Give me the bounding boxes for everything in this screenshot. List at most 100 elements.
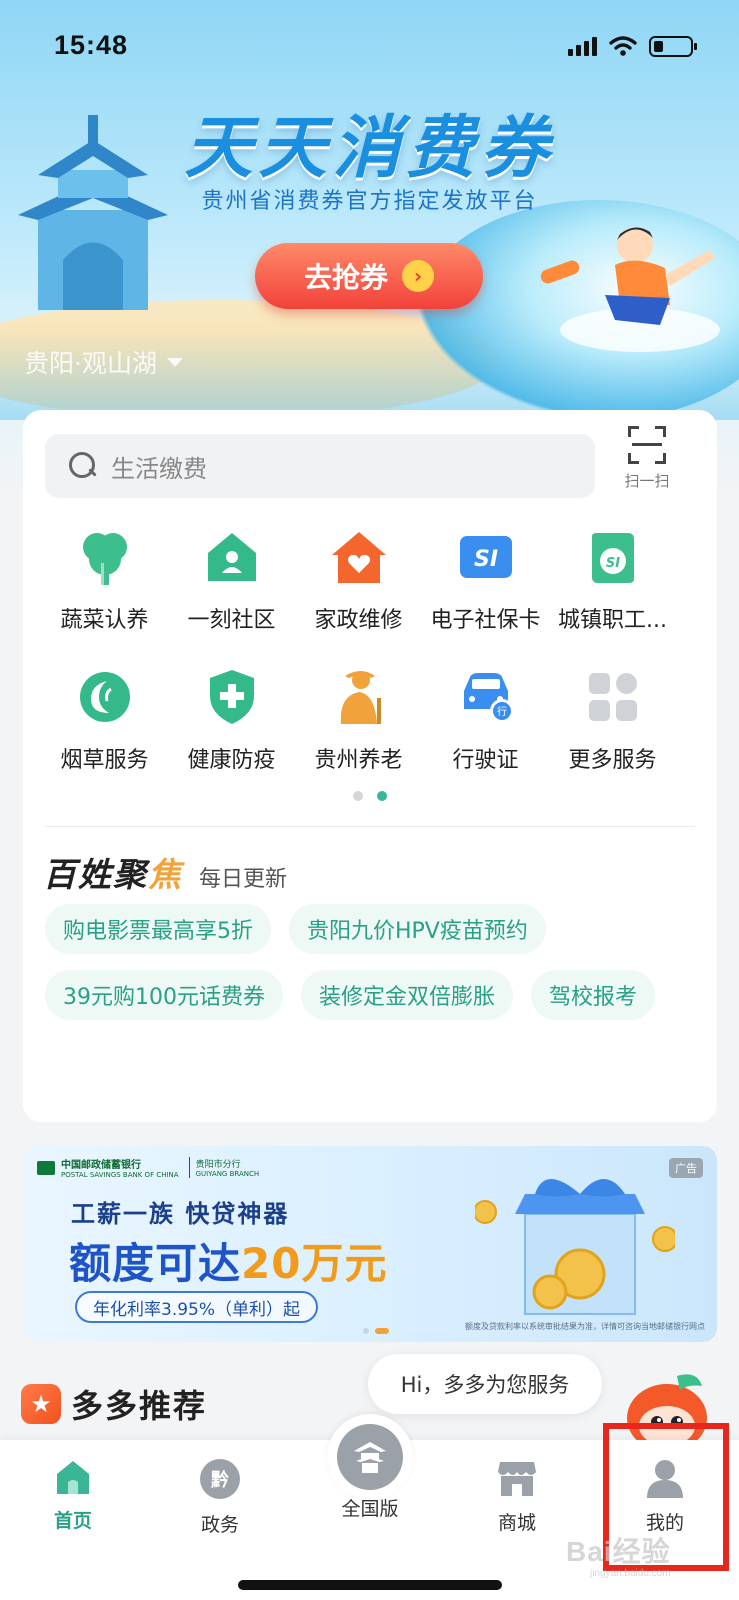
- recommend-title: ★ 多多推荐: [21, 1381, 207, 1427]
- wifi-icon: [609, 36, 637, 56]
- pager-dot[interactable]: [353, 791, 363, 801]
- ad-amount: 额度可达20万元: [69, 1239, 388, 1288]
- location-selector[interactable]: 贵阳·观山湖: [24, 344, 183, 380]
- search-placeholder: 生活缴费: [111, 454, 207, 483]
- focus-tag[interactable]: 驾校报考: [531, 970, 656, 1020]
- ad-pager: [363, 1328, 389, 1334]
- scan-icon: [628, 426, 666, 464]
- status-time: 15:48: [54, 30, 129, 60]
- service-item[interactable]: 一刻社区: [168, 522, 295, 662]
- ad-rate: 年化利率3.95%（单利）起: [75, 1291, 319, 1323]
- location-label: 贵阳·观山湖: [24, 349, 157, 378]
- service-grid: 蔬菜认养 一刻社区 家政维修 SI 电子社保卡 SI 城镇职工... 烟草服务 健康防疫 贵州养老…: [23, 522, 717, 802]
- tab-home[interactable]: 首页: [13, 1458, 133, 1533]
- bank-name: 中国邮政储蓄银行: [61, 1160, 141, 1171]
- tab-national[interactable]: 全国版: [310, 1494, 430, 1521]
- service-item[interactable]: 健康防疫: [168, 662, 295, 802]
- tab-shop[interactable]: 商城: [457, 1458, 577, 1535]
- assistant-mascot[interactable]: [622, 1370, 712, 1450]
- focus-tag[interactable]: 贵阳九价HPV疫苗预约: [289, 904, 546, 954]
- status-bar: 15:48: [0, 0, 739, 90]
- government-icon: 黔: [200, 1459, 240, 1499]
- community-icon: [201, 526, 263, 588]
- service-label: 城镇职工...: [558, 608, 667, 633]
- health-shield-icon: [201, 666, 263, 728]
- service-label: 家政维修: [314, 608, 403, 633]
- service-item[interactable]: 贵州养老: [295, 662, 422, 802]
- service-item[interactable]: 家政维修: [295, 522, 422, 662]
- ad-fine-print: 额度及贷款利率以系统审批结果为准，详情可咨询当地邮储银行网点: [465, 1322, 705, 1331]
- watermark: Bai经验 jingyan.baidu.com: [566, 1536, 671, 1579]
- search-icon: [67, 450, 99, 482]
- pavilion-icon: [337, 1424, 403, 1490]
- bank-logo-icon: [37, 1160, 55, 1175]
- svg-text:SI: SI: [605, 556, 619, 571]
- focus-tag[interactable]: 装修定金双倍膨胀: [301, 970, 514, 1020]
- focus-tag[interactable]: 购电影票最高享5折: [45, 904, 271, 954]
- service-label: 蔬菜认养: [60, 608, 149, 633]
- profile-icon: [647, 1460, 683, 1498]
- scan-label: 扫一扫: [624, 472, 670, 490]
- hero-title: 天天消费券: [184, 109, 555, 188]
- pager-dot-active[interactable]: [377, 791, 387, 801]
- house-heart-icon: [328, 526, 390, 588]
- chevron-down-icon: [166, 357, 183, 367]
- focus-tag[interactable]: 39元购100元话费券: [45, 970, 283, 1020]
- bank-name-en: POSTAL SAVINGS BANK OF CHINA: [61, 1171, 179, 1179]
- focus-logo: 百姓聚焦: [43, 855, 183, 894]
- service-label: 贵州养老: [314, 748, 403, 773]
- service-item[interactable]: 行行驶证: [422, 662, 549, 802]
- service-item[interactable]: 烟草服务: [41, 662, 168, 802]
- divider: [45, 826, 695, 827]
- surfer-illustration: [540, 227, 720, 352]
- home-icon: [57, 1461, 89, 1494]
- service-label: 行驶证: [452, 748, 519, 773]
- tree-icon: [74, 526, 136, 588]
- bank-logo: 中国邮政储蓄银行 POSTAL SAVINGS BANK OF CHINA 贵阳…: [37, 1156, 259, 1179]
- shop-icon: [498, 1462, 536, 1496]
- car-license-icon: 行: [455, 666, 517, 728]
- search-input[interactable]: 生活缴费: [45, 434, 595, 498]
- battery-level: [654, 40, 663, 52]
- service-label: 一刻社区: [187, 608, 276, 633]
- services-card: 生活缴费 扫一扫 蔬菜认养 一刻社区 家政维修 SI 电子社保卡 SI 城镇职工... 烟草服…: [23, 410, 717, 1122]
- hero-subtitle: 贵州省消费券官方指定发放平台: [201, 189, 538, 214]
- service-item[interactable]: SI 城镇职工...: [549, 522, 676, 662]
- status-icons: [568, 35, 697, 57]
- social-security-card-icon: SI: [455, 526, 517, 588]
- service-label: 健康防疫: [187, 748, 276, 773]
- bank-branch: 贵阳市分行 GUIYANG BRANCH: [188, 1157, 259, 1178]
- tab-government[interactable]: 黔 政务: [160, 1458, 280, 1537]
- service-item[interactable]: 更多服务: [549, 662, 676, 802]
- insurance-icon: SI: [582, 526, 644, 588]
- star-icon: ★: [21, 1384, 61, 1424]
- service-label: 更多服务: [568, 748, 657, 773]
- recommend-label: 多多推荐: [71, 1387, 208, 1425]
- tobacco-icon: [74, 666, 136, 728]
- ad-banner[interactable]: 中国邮政储蓄银行 POSTAL SAVINGS BANK OF CHINA 贵阳…: [23, 1146, 717, 1342]
- assistant-chat-bubble[interactable]: Hi，多多为您服务: [368, 1354, 602, 1414]
- more-grid-icon: [582, 666, 644, 728]
- service-pager[interactable]: [23, 791, 717, 801]
- service-item[interactable]: 蔬菜认养: [41, 522, 168, 662]
- service-item[interactable]: SI 电子社保卡: [422, 522, 549, 662]
- elderly-icon: [328, 666, 390, 728]
- grab-coupon-button[interactable]: 去抢券 ›: [255, 243, 483, 309]
- focus-subtitle: 每日更新: [199, 867, 288, 892]
- battery-icon: [649, 35, 697, 57]
- focus-section-title: 百姓聚焦 每日更新: [43, 848, 287, 896]
- cellular-signal-icon: [568, 36, 597, 56]
- ad-headline: 工薪一族 快贷神器: [71, 1200, 290, 1228]
- service-label: 烟草服务: [60, 748, 149, 773]
- svg-text:行: 行: [497, 705, 507, 718]
- gift-box-illustration: [475, 1179, 675, 1315]
- svg-text:黔: 黔: [211, 1469, 229, 1491]
- tab-profile[interactable]: 我的: [605, 1458, 725, 1535]
- focus-tags: 购电影票最高享5折 贵阳九价HPV疫苗预约 39元购100元话费券 装修定金双倍膨胀驾…: [45, 904, 695, 1020]
- national-version-button[interactable]: [327, 1414, 413, 1500]
- chevron-right-icon: ›: [402, 260, 434, 292]
- scan-button[interactable]: 扫一扫: [617, 426, 677, 506]
- home-indicator[interactable]: [238, 1580, 502, 1590]
- svg-text:SI: SI: [473, 547, 497, 572]
- service-label: 电子社保卡: [430, 608, 541, 633]
